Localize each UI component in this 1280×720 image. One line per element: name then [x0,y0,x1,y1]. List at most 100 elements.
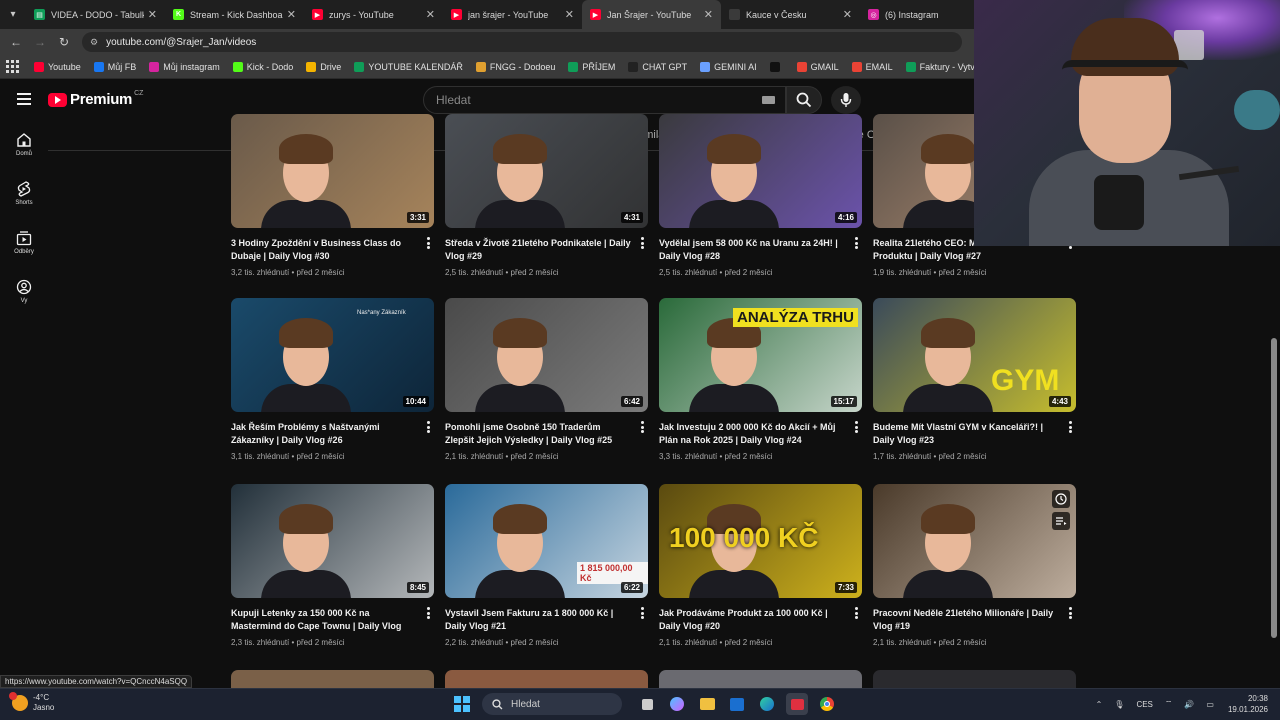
bookmark-item[interactable]: Youtube [34,61,81,72]
video-card[interactable]: 4:16 Vydělal jsem 58 000 Kč na Uranu za 2… [659,114,862,277]
chrome-icon[interactable] [816,693,838,715]
guide-item-you[interactable]: Vy [0,267,48,316]
video-thumbnail[interactable]: ANALÝZA TRHU 15:17 [659,298,862,412]
task-view-icon[interactable] [636,693,658,715]
scrollbar-thumb[interactable] [1271,338,1277,638]
more-actions-icon[interactable] [854,237,858,251]
video-thumbnail-partial[interactable] [231,670,434,688]
video-title[interactable]: Pomohli jsme Osobně 150 Traderům Zlepšit… [445,421,648,447]
reload-icon[interactable]: ↻ [52,35,76,49]
bookmark-item[interactable]: PŘÍJEM [568,61,615,72]
video-card[interactable]: Nas*any Zákazník 10:44 Jak Řeším Problémy … [231,298,434,461]
more-actions-icon[interactable] [854,607,858,621]
watch-later-icon[interactable] [1052,490,1070,508]
wifi-icon[interactable]: ⌔ [1165,699,1173,709]
more-actions-icon[interactable] [1068,607,1072,621]
tab-search-icon[interactable]: ▾ [0,0,26,29]
bookmark-item[interactable]: YOUTUBE KALENDÁŘ [354,61,463,72]
search-button[interactable] [786,86,822,114]
more-actions-icon[interactable] [1068,421,1072,435]
video-title[interactable]: Pracovní Neděle 21letého Milionáře | Dai… [873,607,1076,633]
tab-close-icon[interactable]: ✕ [287,8,296,21]
language-indicator[interactable]: CES [1136,700,1152,709]
tab-close-icon[interactable]: ✕ [426,8,435,21]
bookmark-item[interactable]: Drive [306,61,341,72]
site-info-icon[interactable]: ⚙ [90,37,98,48]
forward-icon[interactable]: → [28,35,52,49]
video-thumbnail[interactable]: 3:31 [231,114,434,228]
browser-tab[interactable]: ▶ Jan Šrajer - YouTube ✕ [582,0,721,29]
video-thumbnail[interactable]: 6:42 [445,298,648,412]
video-thumbnail[interactable]: 100 000 KČ 7:33 [659,484,862,598]
bookmark-item[interactable]: Můj FB [93,61,136,72]
tab-close-icon[interactable]: ✕ [704,8,713,21]
chevron-up-icon[interactable]: ⌃ [1096,700,1103,709]
copilot-icon[interactable] [666,693,688,715]
battery-icon[interactable]: ▭ [1206,700,1214,709]
add-to-queue-icon[interactable] [1052,512,1070,530]
capcut-icon[interactable] [786,693,808,715]
taskbar-search[interactable]: Hledat [482,693,622,715]
video-thumbnail-partial[interactable] [445,670,648,688]
video-card[interactable]: GYM 4:43 Budeme Mít Vlastní GYM v Kancelář… [873,298,1076,461]
video-thumbnail[interactable]: 8:45 [231,484,434,598]
video-title[interactable]: Kupuji Letenky za 150 000 Kč na Mastermi… [231,607,434,633]
video-title[interactable]: Budeme Mít Vlastní GYM v Kanceláři?! | D… [873,421,1076,447]
video-card[interactable]: 6:42 Pomohli jsme Osobně 150 Traderům Zle… [445,298,648,461]
browser-tab[interactable]: ▤ VIDEA - DODO - Tabulky ✕ [26,0,165,29]
bookmark-item[interactable]: GMAIL [796,61,839,72]
video-thumbnail[interactable] [873,484,1076,598]
guide-item-shorts[interactable]: Shorts [0,169,48,218]
more-actions-icon[interactable] [426,237,430,251]
bookmark-item[interactable]: EMAIL [851,61,893,72]
video-thumbnail-partial[interactable] [659,670,862,688]
browser-tab[interactable]: ▶ zurys - YouTube ✕ [304,0,443,29]
start-button[interactable] [454,696,470,712]
more-actions-icon[interactable] [640,237,644,251]
apps-grid-icon[interactable] [6,59,20,74]
video-thumbnail[interactable]: 1 815 000,00 Kč 6:22 [445,484,648,598]
video-card[interactable]: 100 000 KČ 7:33 Jak Prodáváme Produkt za 1… [659,484,862,647]
more-actions-icon[interactable] [640,421,644,435]
video-title[interactable]: Jak Řeším Problémy s Naštvanými Zákazník… [231,421,434,447]
youtube-premium-logo[interactable]: Premium CZ [48,90,143,108]
url-field[interactable]: ⚙ youtube.com/@Srajer_Jan/videos [82,32,962,52]
video-card[interactable]: ANALÝZA TRHU 15:17 Jak Investuju 2 000 000… [659,298,862,461]
bookmark-item[interactable] [769,61,784,72]
video-thumbnail[interactable]: 4:16 [659,114,862,228]
tab-close-icon[interactable]: ✕ [565,8,574,21]
browser-tab[interactable]: Kauce v Česku ✕ [721,0,860,29]
video-title[interactable]: Vydělal jsem 58 000 Kč na Uranu za 24H! … [659,237,862,263]
bookmark-item[interactable]: Můj instagram [149,61,220,72]
video-title[interactable]: Jak Investuju 2 000 000 Kč do Akcií + Mů… [659,421,862,447]
more-actions-icon[interactable] [426,607,430,621]
video-card[interactable]: 4:31 Středa v Životě 21letého Podnikatele… [445,114,648,277]
tab-close-icon[interactable]: ✕ [843,8,852,21]
tab-close-icon[interactable]: ✕ [148,8,157,21]
weather-widget[interactable]: -4°C Jasno [9,692,54,713]
clock[interactable]: 20:38 19.01.2026 [1228,693,1268,715]
search-input[interactable]: Hledat [423,86,786,114]
video-card[interactable]: 3:31 3 Hodiny Zpoždění v Business Class d… [231,114,434,277]
bookmark-item[interactable]: FNGG - Dodoeu [475,61,555,72]
more-actions-icon[interactable] [426,421,430,435]
guide-item-home[interactable]: Domů [0,120,48,169]
file-explorer-icon[interactable] [696,693,718,715]
video-thumbnail-partial[interactable] [873,670,1076,688]
video-card[interactable]: 1 815 000,00 Kč 6:22 Vystavil Jsem Fakturu… [445,484,648,647]
microphone-tray-icon[interactable]: 🎙 [1114,700,1124,709]
video-title[interactable]: Jak Prodáváme Produkt za 100 000 Kč | Da… [659,607,862,633]
outlook-icon[interactable] [726,693,748,715]
video-title[interactable]: Vystavil Jsem Fakturu za 1 800 000 Kč | … [445,607,648,633]
video-thumbnail[interactable]: 4:31 [445,114,648,228]
more-actions-icon[interactable] [854,421,858,435]
video-title[interactable]: 3 Hodiny Zpoždění v Business Class do Du… [231,237,434,263]
video-thumbnail[interactable]: GYM 4:43 [873,298,1076,412]
voice-search-button[interactable] [831,86,861,114]
video-card[interactable]: 8:45 Kupuji Letenky za 150 000 Kč na Mast… [231,484,434,647]
menu-icon[interactable] [17,93,31,108]
browser-tab[interactable]: K Stream - Kick Dashboard ✕ [165,0,304,29]
keyboard-icon[interactable] [762,96,775,104]
volume-icon[interactable]: 🔊 [1184,700,1194,709]
more-actions-icon[interactable] [640,607,644,621]
